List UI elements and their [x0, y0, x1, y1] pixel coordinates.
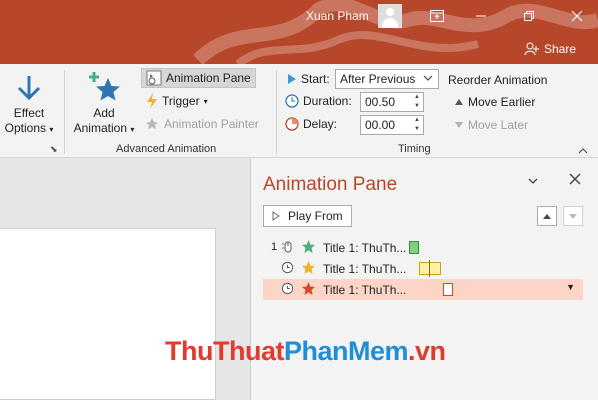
start-value: After Previous — [340, 72, 416, 86]
animation-item-label: Title 1: ThuTh... — [323, 262, 407, 276]
animation-pane-label: Animation Pane — [166, 71, 251, 85]
animation-item-label: Title 1: ThuTh... — [323, 241, 407, 255]
start-label-group: Start: — [287, 72, 330, 86]
delay-label-group: Delay: — [285, 117, 337, 131]
chevron-down-icon: ▾ — [49, 125, 54, 134]
animation-painter-label: Animation Painter — [164, 117, 259, 131]
animation-pane-icon — [146, 70, 162, 86]
delay-value: 00.00 — [365, 118, 396, 132]
watermark-part1: ThuThuat — [165, 336, 284, 366]
play-icon — [288, 74, 296, 84]
group-separator — [64, 70, 65, 154]
effect-options-button[interactable]: Effect Options ▾ — [0, 68, 58, 142]
lightning-icon — [147, 93, 157, 109]
share-person-icon — [524, 42, 539, 56]
delay-label: Delay: — [303, 117, 338, 131]
timeline-bar — [409, 241, 419, 254]
timing-group-label: Timing — [398, 143, 431, 155]
add-animation-label-1: Add — [93, 106, 115, 120]
spinner-arrows-icon[interactable]: ▲ ▼ — [411, 116, 423, 134]
trigger-label: Trigger — [162, 94, 200, 108]
clock-icon — [281, 282, 294, 298]
trigger-button[interactable]: Trigger ▾ — [146, 93, 208, 109]
ribbon: Effect Options ▾ ⬊ Add Animation ▾ Anima… — [0, 64, 598, 158]
chevron-down-icon — [422, 71, 434, 88]
duration-label: Duration: — [303, 94, 352, 108]
move-earlier-button[interactable]: Move Earlier — [454, 95, 535, 109]
pane-title: Animation Pane — [263, 174, 398, 195]
emphasis-star-icon — [301, 260, 316, 279]
restore-icon[interactable] — [514, 4, 544, 28]
advanced-animation-group-label: Advanced Animation — [116, 143, 217, 155]
share-button[interactable]: Share — [524, 42, 576, 56]
pane-options-chevron-icon[interactable] — [527, 173, 539, 189]
triangle-down-icon — [569, 213, 577, 219]
move-later-label: Move Later — [468, 118, 529, 132]
animation-pane-button[interactable]: Animation Pane — [141, 68, 256, 88]
user-name[interactable]: Xuan Pham — [306, 9, 369, 23]
chevron-down-icon: ▾ — [203, 96, 208, 106]
pane-close-icon[interactable] — [569, 172, 581, 188]
animation-list-item[interactable]: 1 Title 1: ThuTh... — [263, 237, 583, 258]
play-from-label: Play From — [288, 209, 343, 223]
watermark-part3: .vn — [408, 336, 446, 366]
watermark: ThuThuatPhanMem.vn — [165, 336, 446, 367]
close-icon[interactable] — [562, 4, 592, 28]
effect-options-label-2: Options — [4, 121, 46, 135]
clock-icon — [281, 261, 294, 277]
move-up-button[interactable] — [537, 206, 557, 226]
add-animation-label-2: Animation — [73, 121, 127, 135]
reorder-animation-title: Reorder Animation — [448, 73, 548, 87]
timeline-bar — [443, 283, 453, 296]
clock-icon — [285, 94, 299, 108]
chevron-down-icon: ▾ — [130, 125, 135, 134]
duration-value: 00.50 — [365, 95, 396, 109]
slide-canvas[interactable] — [0, 228, 216, 400]
share-label: Share — [544, 42, 577, 56]
animation-list-item-selected[interactable]: Title 1: ThuTh... ▼ — [263, 279, 583, 300]
play-from-button[interactable]: Play From — [263, 205, 352, 227]
animation-order-number: 1 — [271, 241, 278, 253]
arrow-down-icon — [17, 76, 41, 101]
spinner-arrows-icon[interactable]: ▲ ▼ — [411, 93, 423, 111]
item-menu-chevron-icon[interactable]: ▼ — [566, 282, 575, 292]
play-outline-icon — [272, 211, 280, 221]
move-earlier-label: Move Earlier — [468, 95, 536, 109]
delay-input[interactable]: 00.00 ▲ ▼ — [360, 115, 424, 135]
triangle-down-icon — [455, 122, 463, 128]
dialog-launcher-icon[interactable]: ⬊ — [50, 144, 58, 155]
animation-list-item[interactable]: Title 1: ThuTh... — [263, 258, 583, 279]
exit-star-icon — [301, 281, 316, 300]
move-later-button[interactable]: Move Later — [454, 118, 528, 132]
collapse-ribbon-icon[interactable] — [578, 144, 588, 158]
add-star-icon — [89, 72, 120, 101]
duration-input[interactable]: 00.50 ▲ ▼ — [360, 92, 424, 112]
ribbon-display-options-icon[interactable] — [422, 4, 452, 28]
triangle-up-icon — [455, 99, 463, 105]
title-bar: Xuan Pham Share — [0, 0, 598, 64]
entrance-star-icon — [301, 239, 316, 258]
minimize-icon[interactable] — [466, 4, 496, 28]
move-down-button[interactable] — [563, 206, 583, 226]
add-animation-button[interactable]: Add Animation ▾ — [70, 68, 138, 142]
duration-label-group: Duration: — [285, 94, 352, 108]
timeline-bar — [419, 262, 441, 275]
mouse-click-icon — [281, 240, 295, 257]
triangle-up-icon — [543, 213, 551, 219]
avatar[interactable] — [378, 4, 402, 28]
delay-clock-icon — [285, 117, 299, 131]
start-dropdown[interactable]: After Previous — [335, 69, 439, 89]
animation-item-label: Title 1: ThuTh... — [323, 283, 407, 297]
start-label: Start: — [301, 72, 330, 86]
effect-options-label-1: Effect — [13, 106, 45, 120]
animation-painter-icon — [146, 118, 158, 130]
timeline-marker — [429, 260, 430, 277]
animation-painter-button[interactable]: Animation Painter — [144, 117, 259, 131]
watermark-part2: PhanMem — [283, 336, 409, 366]
group-separator — [276, 70, 277, 154]
